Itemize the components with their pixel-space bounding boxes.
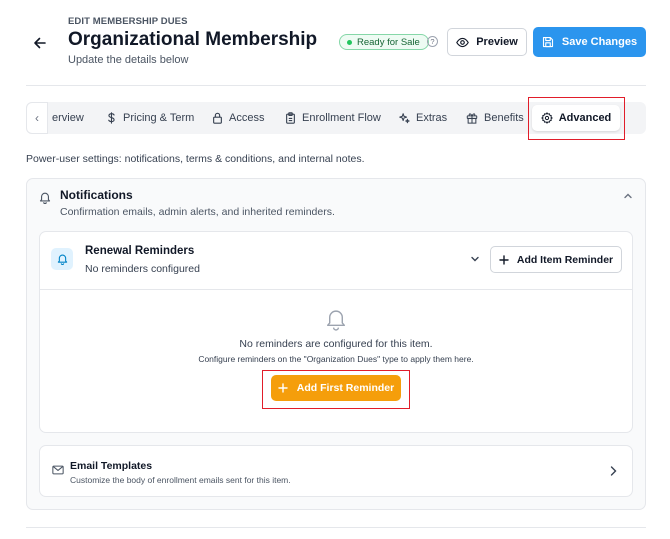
bell-icon bbox=[39, 192, 51, 204]
empty-state-subtitle: Configure reminders on the "Organization… bbox=[198, 354, 474, 364]
email-templates-subtitle: Customize the body of enrollment emails … bbox=[70, 475, 291, 485]
tab-label: Pricing & Term bbox=[123, 112, 195, 124]
notifications-panel: Notifications Confirmation emails, admin… bbox=[26, 178, 646, 510]
tab-label: erview bbox=[52, 112, 84, 124]
status-badge: Ready for Sale bbox=[339, 34, 429, 50]
clipboard-icon bbox=[286, 112, 295, 124]
preview-button[interactable]: Preview bbox=[447, 28, 527, 56]
tab-enrollment-flow[interactable]: Enrollment Flow bbox=[285, 102, 381, 134]
gift-icon bbox=[466, 113, 478, 124]
highlight-box-advanced-tab bbox=[528, 97, 625, 140]
tab-label: Access bbox=[229, 112, 265, 124]
lock-icon bbox=[213, 112, 222, 124]
renewal-reminders-header: Renewal Reminders No reminders configure… bbox=[40, 232, 632, 290]
plus-icon bbox=[499, 254, 509, 265]
renewal-reminders-status: No reminders configured bbox=[85, 263, 200, 275]
status-dot-icon bbox=[347, 39, 352, 45]
save-changes-button[interactable]: Save Changes bbox=[533, 27, 646, 57]
footer-divider bbox=[26, 527, 646, 528]
notifications-subtitle: Confirmation emails, admin alerts, and i… bbox=[60, 206, 335, 218]
chevron-right-icon bbox=[610, 466, 617, 476]
tab-label: Extras bbox=[416, 112, 448, 124]
dollar-icon bbox=[108, 112, 115, 124]
tab-overview[interactable]: erview bbox=[52, 102, 84, 134]
preview-button-label: Preview bbox=[476, 36, 518, 48]
notifications-title: Notifications bbox=[60, 188, 133, 202]
section-intro: Power-user settings: notifications, term… bbox=[26, 153, 365, 165]
bell-icon bbox=[57, 254, 67, 265]
renewal-reminder-icon bbox=[51, 248, 73, 270]
status-badge-label: Ready for Sale bbox=[357, 36, 420, 48]
eye-icon bbox=[456, 37, 470, 47]
highlight-box-add-first-reminder bbox=[262, 370, 410, 409]
tab-pricing-term[interactable]: Pricing & Term bbox=[106, 102, 194, 134]
back-button[interactable] bbox=[30, 33, 50, 53]
help-icon[interactable]: ? bbox=[427, 36, 438, 47]
renewal-reminders-title: Renewal Reminders bbox=[85, 245, 195, 257]
tab-label: Enrollment Flow bbox=[302, 112, 381, 124]
save-changes-label: Save Changes bbox=[561, 36, 638, 48]
floppy-disk-icon bbox=[542, 36, 553, 48]
add-item-reminder-label: Add Item Reminder bbox=[516, 253, 614, 266]
tab-scroll-left-button[interactable]: ‹ bbox=[26, 102, 48, 134]
page-title: Organizational Membership bbox=[68, 29, 318, 50]
tab-label: Benefits bbox=[484, 112, 524, 124]
tab-access[interactable]: Access bbox=[212, 102, 264, 134]
email-templates-title: Email Templates bbox=[70, 460, 153, 472]
arrow-left-icon bbox=[34, 37, 46, 49]
add-item-reminder-button[interactable]: Add Item Reminder bbox=[490, 246, 622, 273]
header-divider bbox=[26, 85, 646, 86]
tab-benefits[interactable]: Benefits bbox=[466, 102, 524, 134]
chevron-down-icon[interactable] bbox=[470, 254, 480, 264]
bell-icon bbox=[326, 310, 346, 331]
tab-extras[interactable]: Extras bbox=[398, 102, 447, 134]
email-templates-row[interactable]: Email Templates Customize the body of en… bbox=[39, 445, 633, 497]
page-subtitle: Update the details below bbox=[68, 54, 189, 66]
page-eyebrow: EDIT MEMBERSHIP DUES bbox=[68, 16, 188, 27]
empty-state-title: No reminders are configured for this ite… bbox=[239, 338, 433, 350]
sparkles-icon bbox=[399, 113, 410, 124]
mail-icon bbox=[52, 465, 64, 475]
chevron-up-icon[interactable] bbox=[623, 191, 633, 201]
